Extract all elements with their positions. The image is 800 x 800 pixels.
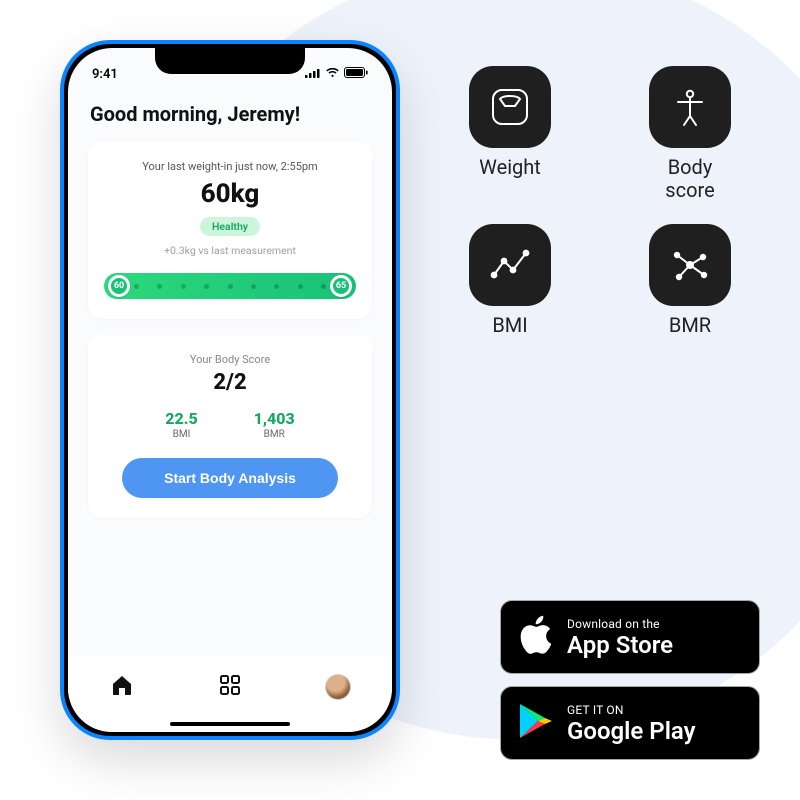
wifi-icon bbox=[325, 67, 340, 82]
feature-weight-label: Weight bbox=[450, 156, 570, 179]
weight-value: 60kg bbox=[104, 179, 356, 209]
home-indicator bbox=[170, 722, 290, 726]
tab-profile[interactable] bbox=[308, 674, 368, 700]
feature-weight: Weight bbox=[450, 66, 570, 202]
bmi-metric: 22.5 BMI bbox=[165, 409, 197, 440]
bmr-label: BMR bbox=[254, 429, 295, 440]
feature-bmr-label: BMR bbox=[630, 314, 750, 337]
body-score-value: 2/2 bbox=[104, 370, 356, 395]
battery-icon bbox=[344, 67, 368, 82]
range-ticks bbox=[134, 273, 326, 299]
avatar bbox=[325, 674, 351, 700]
feature-bmi-label: BMI bbox=[450, 314, 570, 337]
statusbar-time: 9:41 bbox=[92, 67, 118, 82]
feature-body-score-label: Body score bbox=[630, 156, 750, 202]
cellular-icon bbox=[305, 67, 321, 82]
range-max: 65 bbox=[330, 275, 352, 297]
apple-icon bbox=[517, 614, 553, 660]
google-play-badge[interactable]: GET IT ON Google Play bbox=[500, 686, 760, 760]
feature-bmr: BMR bbox=[630, 224, 750, 337]
tab-bar bbox=[68, 656, 392, 732]
google-play-icon bbox=[517, 702, 553, 744]
weight-range-slider[interactable]: 60 65 bbox=[104, 273, 356, 299]
app-store-top: Download on the bbox=[567, 617, 673, 631]
page-title: Good morning, Jeremy! bbox=[90, 102, 372, 126]
weight-scale-icon bbox=[469, 66, 551, 148]
body-score-subtitle: Your Body Score bbox=[104, 353, 356, 366]
feature-body-score: Body score bbox=[630, 66, 750, 202]
features-grid: Weight Body score BMI BMR bbox=[450, 66, 750, 337]
body-score-icon bbox=[649, 66, 731, 148]
bmi-value: 22.5 bbox=[165, 409, 197, 428]
weight-card: Your last weight-in just now, 2:55pm 60k… bbox=[88, 142, 372, 319]
weight-delta: +0.3kg vs last measurement bbox=[104, 244, 356, 257]
bmi-label: BMI bbox=[165, 429, 197, 440]
bmr-metric: 1,403 BMR bbox=[254, 409, 295, 440]
body-score-card: Your Body Score 2/2 22.5 BMI 1,403 BMR bbox=[88, 335, 372, 518]
tab-apps[interactable] bbox=[200, 673, 260, 701]
google-play-top: GET IT ON bbox=[567, 703, 696, 717]
phone-mockup: 9:41 Good morning, Jeremy! bbox=[60, 40, 400, 740]
bmr-value: 1,403 bbox=[254, 409, 295, 428]
app-store-badge[interactable]: Download on the App Store bbox=[500, 600, 760, 674]
range-min: 60 bbox=[108, 275, 130, 297]
app-store-bottom: App Store bbox=[567, 633, 673, 657]
tab-home[interactable] bbox=[92, 673, 152, 701]
phone-notch bbox=[155, 48, 305, 74]
bmr-icon bbox=[649, 224, 731, 306]
grid-icon bbox=[218, 673, 242, 701]
bmi-icon bbox=[469, 224, 551, 306]
weight-subtitle: Your last weight-in just now, 2:55pm bbox=[104, 160, 356, 173]
google-play-bottom: Google Play bbox=[567, 719, 696, 743]
status-badge: Healthy bbox=[200, 217, 260, 236]
start-analysis-button[interactable]: Start Body Analysis bbox=[122, 458, 339, 498]
home-icon bbox=[110, 673, 134, 701]
store-badges: Download on the App Store GET IT ON Goog… bbox=[500, 600, 760, 760]
feature-bmi: BMI bbox=[450, 224, 570, 337]
